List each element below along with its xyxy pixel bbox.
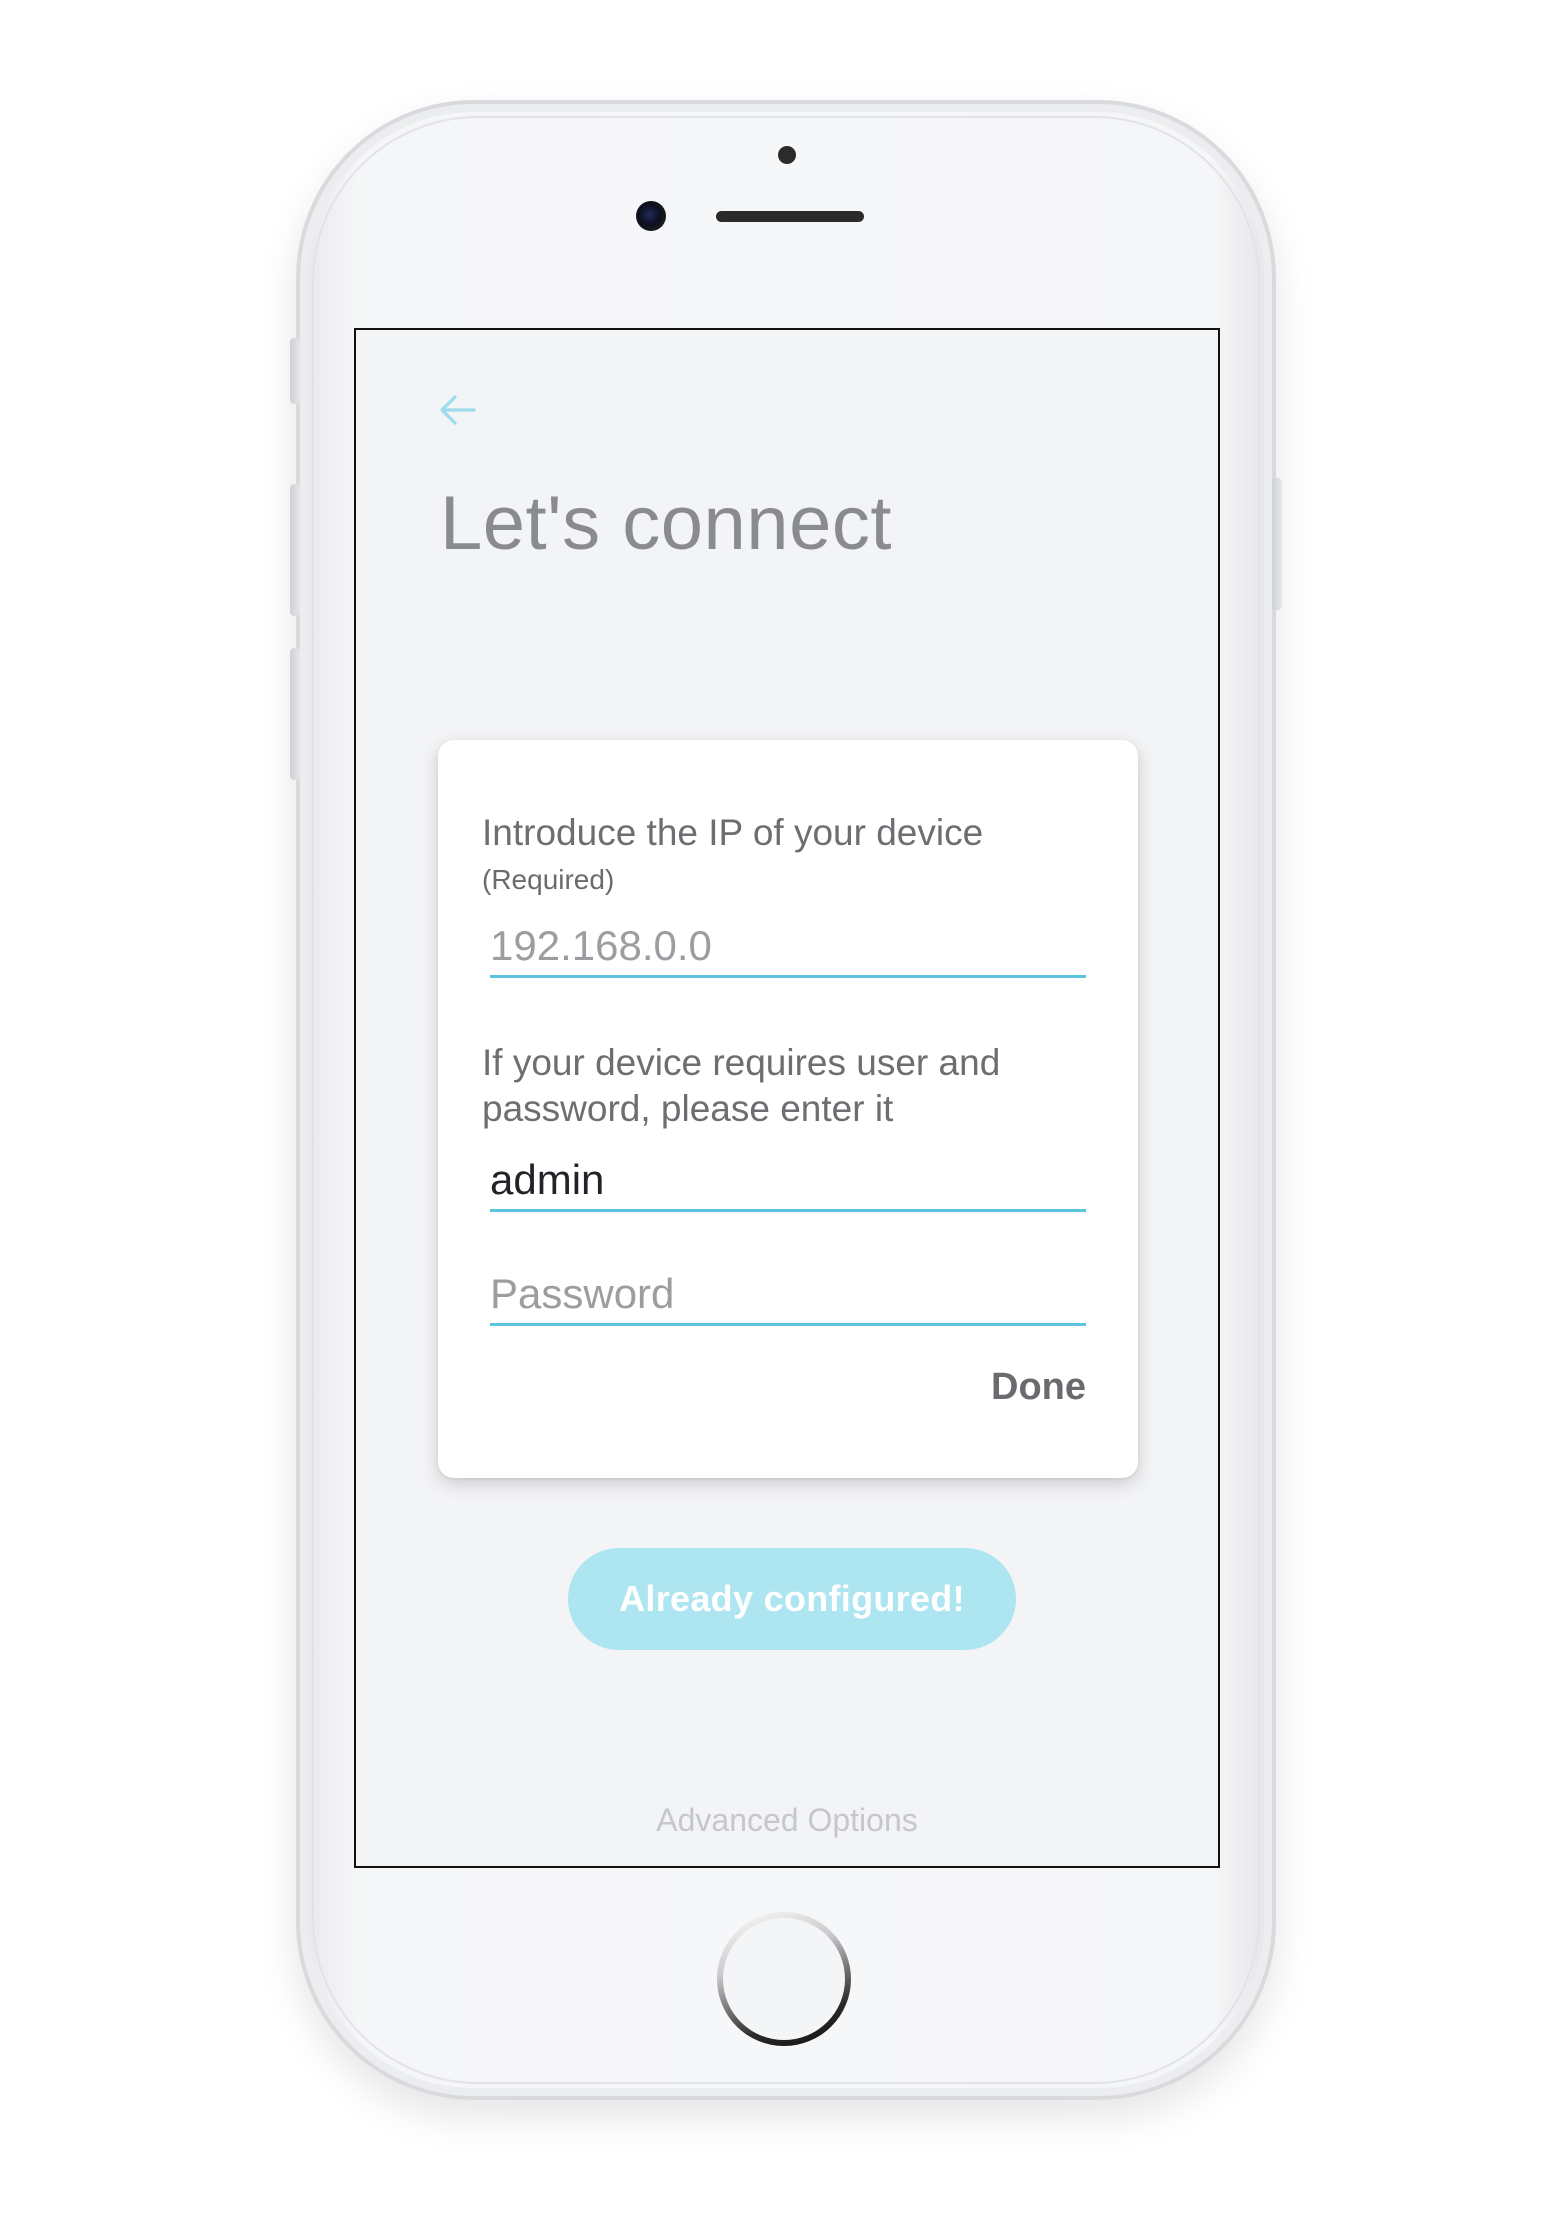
auth-instructions-line2: password, please enter it xyxy=(482,1088,894,1129)
page-title: Let's connect xyxy=(440,481,892,566)
earpiece-speaker-icon xyxy=(716,211,864,222)
username-input[interactable] xyxy=(490,1150,1086,1212)
mockup-stage: Let's connect Introduce the IP of your d… xyxy=(0,0,1564,2224)
front-camera-icon xyxy=(636,201,666,231)
power-button xyxy=(1272,478,1282,610)
ip-required-hint: (Required) xyxy=(482,864,615,895)
auth-instructions-line1: If your device requires user and xyxy=(482,1042,1001,1083)
auth-instructions: If your device requires user and passwor… xyxy=(482,1040,1000,1132)
proximity-sensor xyxy=(778,146,796,164)
connection-card: Introduce the IP of your device (Require… xyxy=(438,740,1138,1478)
done-button[interactable]: Done xyxy=(991,1366,1086,1409)
app-screen: Let's connect Introduce the IP of your d… xyxy=(354,328,1220,1868)
ip-address-input[interactable] xyxy=(490,916,1086,978)
password-input[interactable] xyxy=(490,1264,1086,1326)
advanced-options-link[interactable]: Advanced Options xyxy=(356,1802,1218,1839)
arrow-left-icon[interactable] xyxy=(436,388,480,432)
mute-switch xyxy=(290,338,300,404)
home-button[interactable] xyxy=(717,1912,851,2046)
volume-down-button xyxy=(290,648,300,780)
ip-label: Introduce the IP of your device xyxy=(482,812,984,853)
volume-up-button xyxy=(290,484,300,616)
already-configured-button[interactable]: Already configured! xyxy=(568,1548,1016,1650)
